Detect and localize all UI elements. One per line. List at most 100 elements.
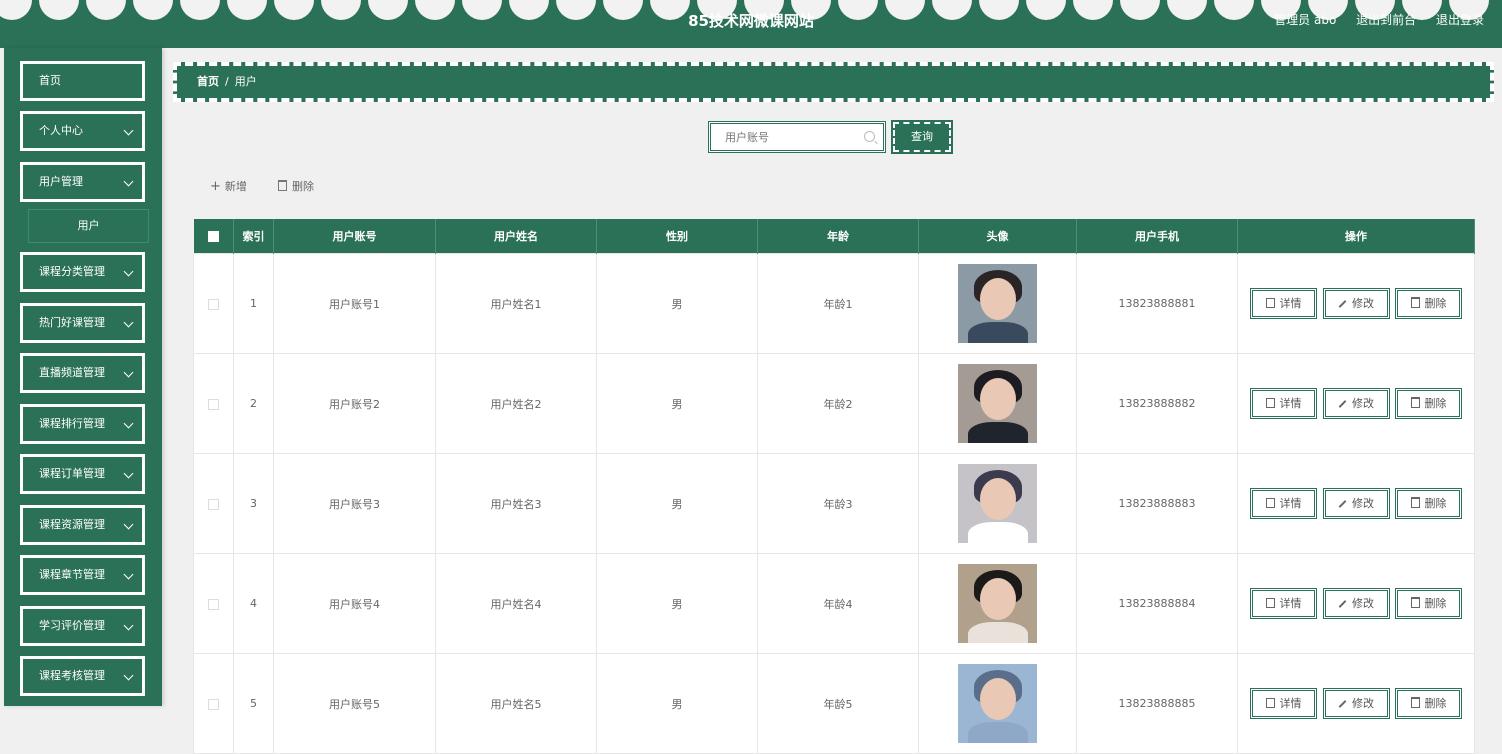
document-icon bbox=[1265, 498, 1275, 508]
cell-avatar bbox=[918, 253, 1077, 354]
delete-button[interactable]: 删除 bbox=[1395, 688, 1462, 719]
edit-button[interactable]: 修改 bbox=[1322, 588, 1390, 619]
detail-button[interactable]: 详情 bbox=[1250, 688, 1317, 719]
sidebar-item-6[interactable]: 课程排行管理 bbox=[20, 404, 145, 444]
delete-button[interactable]: 删除 bbox=[1395, 288, 1462, 319]
edit-button[interactable]: 修改 bbox=[1322, 488, 1390, 519]
row-actions: 详情 修改 删除 bbox=[1238, 388, 1474, 419]
pencil-icon bbox=[1338, 700, 1347, 708]
sidebar-item-4[interactable]: 热门好课管理 bbox=[20, 303, 145, 343]
edit-button[interactable]: 修改 bbox=[1322, 688, 1390, 719]
select-all-header bbox=[193, 219, 234, 254]
cell-account: 用户账号4 bbox=[273, 553, 436, 654]
cell-age: 年龄3 bbox=[757, 453, 919, 554]
delete-button[interactable]: 删除 bbox=[1395, 488, 1462, 519]
cell-index: 1 bbox=[233, 253, 274, 354]
cell-account: 用户账号1 bbox=[273, 253, 436, 354]
row-checkbox[interactable] bbox=[208, 298, 219, 310]
cell-account: 用户账号3 bbox=[273, 453, 436, 554]
sidebar-item-1[interactable]: 个人中心 bbox=[20, 111, 145, 151]
cell-ops: 详情 修改 删除 bbox=[1237, 353, 1475, 454]
chevron-down-icon bbox=[123, 317, 134, 328]
pencil-icon bbox=[1338, 500, 1347, 508]
avatar bbox=[958, 464, 1037, 543]
edit-button[interactable]: 修改 bbox=[1322, 388, 1390, 419]
top-header: 85技术网微课网站 管理员 abo 退出到前台 退出登录 bbox=[0, 0, 1502, 48]
delete-label: 删除 bbox=[1424, 697, 1447, 710]
front-site-link[interactable]: 退出到前台 bbox=[1356, 13, 1416, 27]
table-row: 4 用户账号4 用户姓名4 男年龄4 13823888884 详情 修改 删除 bbox=[193, 553, 1475, 654]
search-input[interactable] bbox=[723, 124, 867, 150]
cell-gender: 男 bbox=[596, 353, 758, 454]
chevron-down-icon bbox=[123, 418, 134, 429]
select-all-checkbox[interactable] bbox=[207, 231, 219, 242]
detail-button[interactable]: 详情 bbox=[1250, 588, 1317, 619]
row-actions: 详情 修改 删除 bbox=[1238, 288, 1474, 319]
detail-button[interactable]: 详情 bbox=[1250, 288, 1317, 319]
sidebar-item-3[interactable]: 课程分类管理 bbox=[20, 252, 145, 292]
chevron-down-icon bbox=[123, 125, 134, 136]
batch-delete-label: 删除 bbox=[292, 180, 314, 193]
cell-account: 用户账号2 bbox=[273, 353, 436, 454]
logout-link[interactable]: 退出登录 bbox=[1436, 13, 1484, 27]
row-checkbox[interactable] bbox=[208, 498, 219, 510]
sidebar-subitem-users[interactable]: 用户 bbox=[28, 209, 149, 243]
cell-age: 年龄2 bbox=[757, 353, 919, 454]
cell-age: 年龄5 bbox=[757, 653, 919, 754]
trash-icon bbox=[1410, 397, 1420, 408]
detail-button[interactable]: 详情 bbox=[1250, 388, 1317, 419]
batch-delete-button[interactable]: 删除 bbox=[278, 178, 314, 194]
sidebar-item-8[interactable]: 课程资源管理 bbox=[20, 505, 145, 545]
sidebar-item-label: 首页 bbox=[39, 74, 61, 87]
row-checkbox[interactable] bbox=[208, 398, 219, 410]
sidebar-item-label: 课程分类管理 bbox=[39, 265, 105, 278]
add-button[interactable]: + 新增 bbox=[210, 178, 247, 194]
breadcrumb-home[interactable]: 首页 bbox=[197, 75, 219, 88]
sidebar-item-label: 个人中心 bbox=[39, 124, 83, 137]
table-row: 1 用户账号1 用户姓名1 男年龄1 13823888881 详情 修改 删除 bbox=[193, 253, 1475, 354]
trash-icon bbox=[1410, 597, 1420, 608]
detail-button[interactable]: 详情 bbox=[1250, 488, 1317, 519]
row-checkbox[interactable] bbox=[208, 698, 219, 710]
cell-account: 用户账号5 bbox=[273, 653, 436, 754]
sidebar-item-7[interactable]: 课程订单管理 bbox=[20, 454, 145, 494]
avatar bbox=[958, 564, 1037, 643]
sidebar-item-5[interactable]: 直播频道管理 bbox=[20, 353, 145, 393]
add-button-label: 新增 bbox=[224, 180, 247, 193]
row-actions: 详情 修改 删除 bbox=[1238, 588, 1474, 619]
pencil-icon bbox=[1338, 300, 1347, 308]
cell-name: 用户姓名4 bbox=[435, 553, 597, 654]
sidebar-item-2[interactable]: 用户管理 bbox=[20, 162, 145, 202]
row-actions: 详情 修改 删除 bbox=[1238, 488, 1474, 519]
cell-name: 用户姓名5 bbox=[435, 653, 597, 754]
row-select-cell bbox=[193, 353, 234, 454]
edit-label: 修改 bbox=[1352, 297, 1374, 310]
delete-button[interactable]: 删除 bbox=[1395, 588, 1462, 619]
row-checkbox[interactable] bbox=[208, 598, 219, 610]
breadcrumb: 首页 / 用户 bbox=[173, 62, 1494, 102]
chevron-down-icon bbox=[123, 620, 134, 631]
header-index: 索引 bbox=[233, 219, 274, 254]
chevron-down-icon bbox=[123, 569, 134, 580]
detail-label: 详情 bbox=[1279, 297, 1302, 310]
header-name: 用户姓名 bbox=[435, 219, 597, 254]
sidebar-item-9[interactable]: 课程章节管理 bbox=[20, 555, 145, 595]
header-avatar: 头像 bbox=[918, 219, 1077, 254]
cell-phone: 13823888881 bbox=[1076, 253, 1238, 354]
delete-button[interactable]: 删除 bbox=[1395, 388, 1462, 419]
pencil-icon bbox=[1338, 600, 1347, 608]
query-button[interactable]: 查询 bbox=[891, 120, 953, 154]
cell-ops: 详情 修改 删除 bbox=[1237, 253, 1475, 354]
sidebar-item-0[interactable]: 首页 bbox=[20, 61, 145, 101]
edit-button[interactable]: 修改 bbox=[1322, 288, 1390, 319]
cell-avatar bbox=[918, 553, 1077, 654]
document-icon bbox=[1265, 398, 1275, 408]
sidebar-item-10[interactable]: 学习评价管理 bbox=[20, 606, 145, 646]
cell-gender: 男 bbox=[596, 553, 758, 654]
header-gender: 性别 bbox=[596, 219, 758, 254]
cell-avatar bbox=[918, 353, 1077, 454]
sidebar-item-11[interactable]: 课程考核管理 bbox=[20, 656, 145, 696]
document-icon bbox=[1265, 698, 1275, 708]
cell-ops: 详情 修改 删除 bbox=[1237, 553, 1475, 654]
row-select-cell bbox=[193, 653, 234, 754]
